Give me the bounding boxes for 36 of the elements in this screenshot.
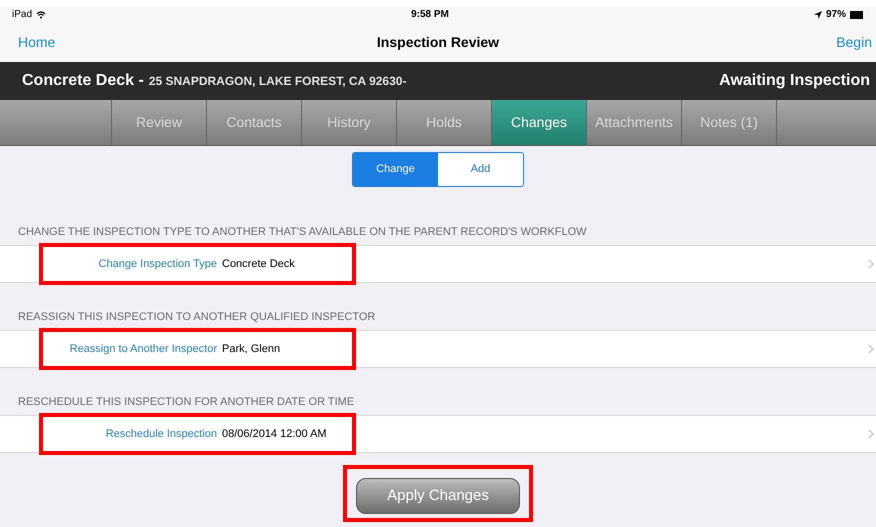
row-label: Reassign to Another Inspector xyxy=(68,342,217,357)
list-row[interactable]: Reschedule Inspection 08/06/2014 12:00 AM xyxy=(0,415,876,453)
wifi-icon xyxy=(36,10,46,18)
apply-changes-button[interactable]: Apply Changes xyxy=(356,478,520,514)
tab[interactable]: Attachments xyxy=(587,100,682,145)
row-value: Concrete Deck xyxy=(222,256,295,272)
battery-icon xyxy=(850,10,864,18)
row-label: Change Inspection Type xyxy=(98,256,217,272)
device-name: iPad xyxy=(12,8,32,22)
home-link[interactable]: Home xyxy=(18,32,56,52)
chevron-icon xyxy=(868,259,874,269)
battery-percentage: 97% xyxy=(826,8,846,22)
list-row[interactable]: Reassign to Another Inspector Park, Glenn xyxy=(0,330,876,368)
row-value: 08/06/2014 12:00 AM xyxy=(222,426,327,442)
record-title: Concrete Deck - xyxy=(22,71,144,91)
tab[interactable]: Contacts xyxy=(207,100,302,145)
chevron-icon xyxy=(868,344,874,354)
section-header: RESCHEDULE THIS INSPECTION FOR ANOTHER DATE OR TIME xyxy=(17,395,356,409)
begin-link[interactable]: Begin xyxy=(836,32,872,52)
tab[interactable]: History xyxy=(302,100,397,145)
tab[interactable]: Notes (1) xyxy=(682,100,777,145)
nav-title: Inspection Review xyxy=(376,32,500,52)
section-header: REASSIGN THIS INSPECTION TO ANOTHER QUALIFIED INSPECTOR xyxy=(17,310,376,324)
tab[interactable]: Changes xyxy=(492,100,587,145)
segment[interactable]: Change xyxy=(353,153,438,186)
section-header: CHANGE THE INSPECTION TYPE TO ANOTHER THAT'S AVAILABLE ON THE PARENT RECORD'S WORKFLOW xyxy=(17,225,588,239)
list-row[interactable]: Change Inspection Type Concrete Deck xyxy=(0,245,876,283)
chevron-icon xyxy=(868,429,874,439)
row-label: Reschedule Inspection xyxy=(104,426,217,442)
record-address: 25 SNAPDRAGON, LAKE FOREST, CA 92630- xyxy=(148,73,406,90)
tab[interactable]: Review xyxy=(112,100,207,145)
record-status: Awaiting Inspection xyxy=(719,71,870,91)
status-time: 9:58 PM xyxy=(411,8,449,22)
location-icon xyxy=(814,10,822,18)
row-value: Park, Glenn xyxy=(222,342,280,357)
segment[interactable]: Add xyxy=(438,153,523,186)
